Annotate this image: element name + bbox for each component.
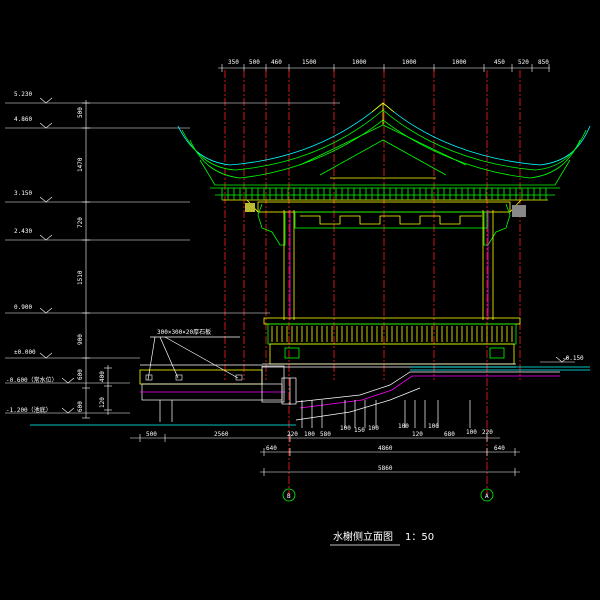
bottom-dim-label: 150 bbox=[354, 427, 365, 434]
bottom-dim-label: 100 bbox=[398, 423, 409, 430]
bottom-dimension-chain: 500 2560 220 100 580 100 150 100 100 120… bbox=[130, 423, 520, 476]
bottom-dim-label: 640 bbox=[266, 445, 277, 452]
bottom-dim-label: 640 bbox=[494, 445, 505, 452]
bottom-dim-label: 500 bbox=[146, 431, 157, 438]
elevation-drawing: 350 500 460 1500 1000 1000 1000 450 520 … bbox=[5, 59, 591, 546]
baluster-ticks bbox=[271, 326, 513, 342]
top-dim-label: 500 bbox=[249, 59, 260, 66]
top-dim-label: 1000 bbox=[402, 59, 417, 66]
annotation-label: 300×300×20厚石板 bbox=[157, 328, 211, 336]
axis-label: A bbox=[485, 493, 489, 500]
vertical-dimension-chain: 500 1470 720 1510 900 600 600 400 120 bbox=[77, 100, 112, 419]
elevation-label: ±0.000 bbox=[14, 349, 36, 356]
bottom-dim-label: 100 bbox=[466, 429, 477, 436]
lintel-frieze bbox=[245, 199, 526, 246]
vertical-dim-label: 720 bbox=[77, 217, 84, 228]
elevation-label: -0.150 bbox=[562, 355, 584, 362]
bottom-dim-label: 100 bbox=[428, 423, 439, 430]
balustrade bbox=[262, 317, 521, 368]
top-dim-label: 350 bbox=[228, 59, 239, 66]
roof-tile-ticks bbox=[221, 188, 547, 200]
top-dim-label: 850 bbox=[538, 59, 549, 66]
drawing-scale-text: 1：50 bbox=[405, 532, 434, 543]
vertical-dim-label: 120 bbox=[99, 397, 106, 408]
elevation-label: -1.200（池底） bbox=[6, 406, 52, 414]
bottom-dim-label: 680 bbox=[444, 431, 455, 438]
bottom-dim-label: 120 bbox=[412, 431, 423, 438]
bottom-dim-label: 100 bbox=[368, 425, 379, 432]
elevation-levels: 5.230 4.860 3.150 2.430 0.900 ±0.000 -0.… bbox=[5, 91, 584, 414]
drawing-title: 水榭侧立面图 1：50 bbox=[330, 530, 434, 546]
bottom-dim-label: 580 bbox=[320, 431, 331, 438]
bottom-dim-label: 5860 bbox=[378, 465, 393, 472]
vertical-dim-label: 1470 bbox=[77, 157, 84, 172]
elevation-label: 0.900 bbox=[14, 304, 32, 311]
vertical-dim-label: 1510 bbox=[77, 270, 84, 285]
vertical-dim-label: 500 bbox=[77, 107, 84, 118]
stone-slab-annotation: 300×300×20厚石板 bbox=[145, 328, 243, 381]
bottom-dim-label: 220 bbox=[482, 429, 493, 436]
columns bbox=[283, 210, 494, 320]
top-dim-label: 1000 bbox=[452, 59, 467, 66]
stone-platform bbox=[139, 364, 297, 422]
top-dim-label: 1000 bbox=[352, 59, 367, 66]
vertical-dim-label: 600 bbox=[77, 369, 84, 380]
bottom-dim-label: 100 bbox=[304, 431, 315, 438]
axis-label: B bbox=[287, 493, 291, 500]
top-dim-label: 450 bbox=[494, 59, 505, 66]
elevation-label: 4.860 bbox=[14, 116, 32, 123]
top-dim-label: 520 bbox=[518, 59, 529, 66]
drawing-title-text: 水榭侧立面图 bbox=[333, 530, 393, 543]
vertical-dim-label: 400 bbox=[99, 371, 106, 382]
elevation-label: -0.600（常水位） bbox=[6, 376, 58, 384]
terrain bbox=[30, 366, 590, 426]
bottom-dim-label: 220 bbox=[287, 431, 298, 438]
bottom-dim-label: 4860 bbox=[378, 445, 393, 452]
elevation-label: 2.430 bbox=[14, 228, 32, 235]
vertical-dim-label: 600 bbox=[77, 401, 84, 412]
top-dim-label: 460 bbox=[271, 59, 282, 66]
elevation-label: 3.150 bbox=[14, 190, 32, 197]
vertical-dim-label: 900 bbox=[77, 334, 84, 345]
top-dim-label: 1500 bbox=[302, 59, 317, 66]
bottom-dim-label: 100 bbox=[340, 425, 351, 432]
elevation-label: 5.230 bbox=[14, 91, 32, 98]
bottom-dim-label: 2560 bbox=[214, 431, 229, 438]
axis-bubbles: B A bbox=[282, 488, 494, 502]
